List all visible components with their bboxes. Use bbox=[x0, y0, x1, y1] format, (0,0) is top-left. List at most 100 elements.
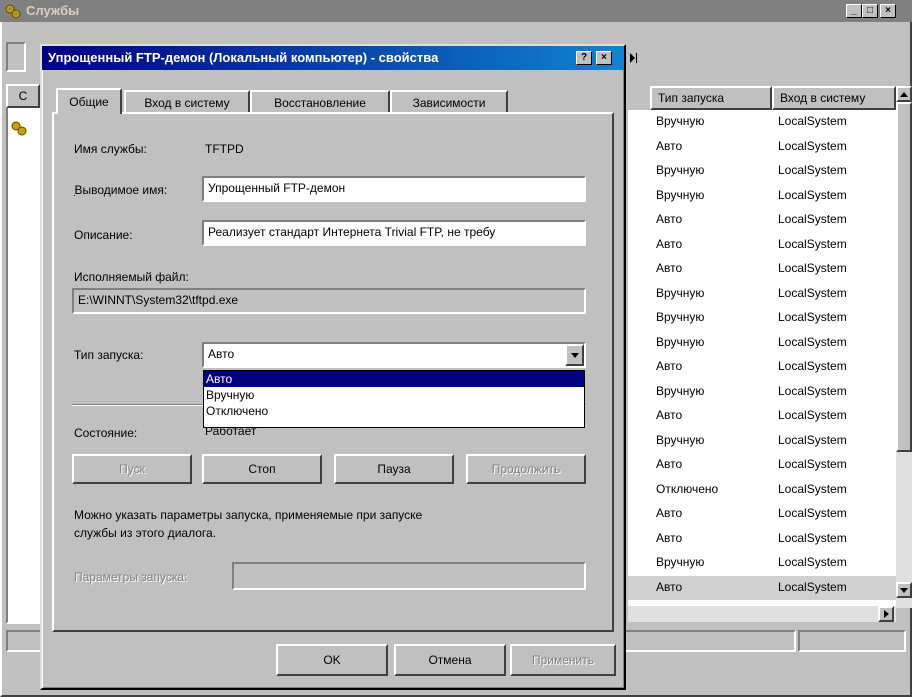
logon-cell: LocalSystem bbox=[778, 432, 847, 447]
tab-general[interactable]: Общие bbox=[56, 88, 122, 114]
tab-dependencies[interactable]: Зависимости bbox=[390, 90, 508, 114]
startup-type-cell: Авто bbox=[656, 359, 683, 373]
start-params-label: Параметры запуска: bbox=[74, 570, 188, 584]
column-header-logon[interactable]: Вход в систему bbox=[772, 86, 896, 110]
close-icon: × bbox=[885, 5, 891, 16]
startup-option-disabled[interactable]: Отключено bbox=[204, 403, 584, 419]
service-name-label: Имя службы: bbox=[74, 142, 147, 156]
help-icon: ? bbox=[580, 52, 588, 63]
close-icon: × bbox=[601, 52, 607, 63]
status-label: Состояние: bbox=[74, 426, 138, 440]
startup-type-cell: Вручную bbox=[656, 432, 705, 447]
column-header-startup[interactable]: Тип запуска bbox=[650, 86, 772, 110]
startup-option-manual[interactable]: Вручную bbox=[204, 387, 584, 403]
dialog-titlebar[interactable]: Упрощенный FTP-демон (Локальный компьюте… bbox=[42, 46, 624, 70]
minimize-icon: _ bbox=[851, 5, 857, 16]
arrow-down-icon bbox=[900, 587, 908, 593]
logon-cell: LocalSystem bbox=[778, 114, 847, 128]
table-row[interactable]: Авто LocalSystem bbox=[628, 502, 896, 526]
start-params-field[interactable] bbox=[232, 562, 586, 590]
logon-cell: LocalSystem bbox=[778, 310, 847, 324]
stop-button[interactable]: Стоп bbox=[202, 454, 322, 484]
scroll-up-button[interactable] bbox=[896, 86, 912, 102]
pause-button[interactable]: Пауза bbox=[334, 454, 454, 484]
table-row[interactable]: Вручную LocalSystem bbox=[628, 110, 896, 134]
toolbar-chevron-icon[interactable] bbox=[630, 52, 638, 66]
minimize-button[interactable]: _ bbox=[846, 4, 862, 18]
table-row[interactable]: Авто LocalSystem bbox=[628, 355, 896, 379]
ok-button[interactable]: OK bbox=[276, 644, 388, 676]
startup-type-cell: Отключено bbox=[656, 481, 719, 496]
startup-type-cell: Авто bbox=[656, 506, 683, 520]
logon-cell: LocalSystem bbox=[778, 285, 847, 300]
tab-stub[interactable]: С bbox=[6, 84, 40, 108]
logon-cell: LocalSystem bbox=[778, 506, 847, 520]
table-row[interactable]: Авто LocalSystem bbox=[628, 453, 896, 477]
table-row[interactable]: Вручную LocalSystem bbox=[628, 306, 896, 330]
arrow-right-icon bbox=[883, 610, 889, 618]
table-row[interactable]: Авто LocalSystem bbox=[628, 135, 896, 159]
startup-type-cell: Авто bbox=[656, 530, 683, 545]
table-row[interactable]: Авто LocalSystem bbox=[628, 404, 896, 428]
startup-type-cell: Авто bbox=[656, 408, 683, 422]
table-row[interactable]: Авто LocalSystem bbox=[628, 233, 896, 257]
tab-recovery[interactable]: Восстановление bbox=[250, 90, 390, 114]
cancel-button[interactable]: Отмена bbox=[394, 644, 506, 676]
tab-logon[interactable]: Вход в систему bbox=[124, 90, 250, 114]
chevron-down-icon bbox=[570, 352, 579, 358]
close-button[interactable]: × bbox=[880, 4, 896, 18]
table-row[interactable]: Вручную LocalSystem bbox=[628, 184, 896, 208]
table-row[interactable]: Авто LocalSystem bbox=[628, 208, 896, 232]
startup-dropdown-list[interactable]: Авто Вручную Отключено bbox=[203, 370, 585, 428]
apply-button[interactable]: Применить bbox=[510, 644, 616, 676]
startup-type-select[interactable]: Авто bbox=[202, 342, 586, 368]
table-row[interactable]: Вручную LocalSystem bbox=[628, 551, 896, 575]
services-window-title: Службы bbox=[26, 3, 80, 18]
horizontal-scrollbar[interactable] bbox=[628, 606, 896, 622]
startup-type-cell: Вручную bbox=[656, 163, 705, 177]
table-row[interactable]: Авто LocalSystem bbox=[628, 527, 896, 551]
maximize-button[interactable]: □ bbox=[862, 4, 878, 18]
logon-cell: LocalSystem bbox=[778, 163, 847, 177]
logon-cell: LocalSystem bbox=[778, 579, 847, 594]
startup-type-cell: Авто bbox=[656, 457, 683, 471]
startup-type-cell: Авто bbox=[656, 138, 683, 153]
table-row[interactable]: Авто LocalSystem bbox=[628, 575, 896, 600]
dialog-close-button[interactable]: × bbox=[596, 51, 612, 65]
display-name-field[interactable]: Упрощенный FTP-демон bbox=[202, 176, 586, 202]
scroll-thumb[interactable] bbox=[896, 102, 912, 452]
help-button[interactable]: ? bbox=[576, 51, 592, 65]
arrow-up-icon bbox=[900, 91, 908, 97]
logon-cell: LocalSystem bbox=[778, 236, 847, 251]
services-titlebar[interactable]: Службы _ □ × bbox=[0, 0, 912, 22]
table-row[interactable]: Вручную LocalSystem bbox=[628, 282, 896, 306]
hint-line-2: службы из этого диалога. bbox=[74, 526, 216, 540]
start-button[interactable]: Пуск bbox=[72, 454, 192, 484]
logon-cell: LocalSystem bbox=[778, 187, 847, 202]
logon-cell: LocalSystem bbox=[778, 481, 847, 496]
scroll-right-button[interactable] bbox=[878, 606, 894, 622]
hint-line-1: Можно указать параметры запуска, применя… bbox=[74, 508, 423, 522]
startup-type-cell: Вручную bbox=[656, 187, 705, 202]
services-list[interactable]: Вручную LocalSystem Авто LocalSystem Вручную… bbox=[628, 110, 896, 608]
executable-path-field: E:\WINNT\System32\tftpd.exe bbox=[72, 288, 586, 314]
continue-button[interactable]: Продолжить bbox=[466, 454, 586, 484]
table-row[interactable]: Вручную LocalSystem bbox=[628, 159, 896, 183]
toolbar-stub bbox=[6, 42, 26, 72]
logon-cell: LocalSystem bbox=[778, 261, 847, 275]
startup-type-cell: Авто bbox=[656, 579, 683, 594]
status-bar-pane-2 bbox=[798, 630, 906, 652]
table-row[interactable]: Вручную LocalSystem bbox=[628, 331, 896, 355]
startup-type-cell: Вручную bbox=[656, 114, 705, 128]
startup-type-cell: Авто bbox=[656, 212, 683, 226]
table-row[interactable]: Авто LocalSystem bbox=[628, 257, 896, 281]
startup-type-cell: Вручную bbox=[656, 310, 705, 324]
scroll-down-button[interactable] bbox=[896, 582, 912, 598]
startup-dropdown-button[interactable] bbox=[565, 344, 584, 366]
startup-option-auto[interactable]: Авто bbox=[204, 371, 584, 387]
table-row[interactable]: Отключено LocalSystem bbox=[628, 478, 896, 502]
description-field[interactable]: Реализует стандарт Интернета Trivial FTP… bbox=[202, 220, 586, 246]
table-row[interactable]: Вручную LocalSystem bbox=[628, 380, 896, 404]
startup-type-label: Тип запуска: bbox=[74, 348, 144, 362]
table-row[interactable]: Вручную LocalSystem bbox=[628, 429, 896, 453]
